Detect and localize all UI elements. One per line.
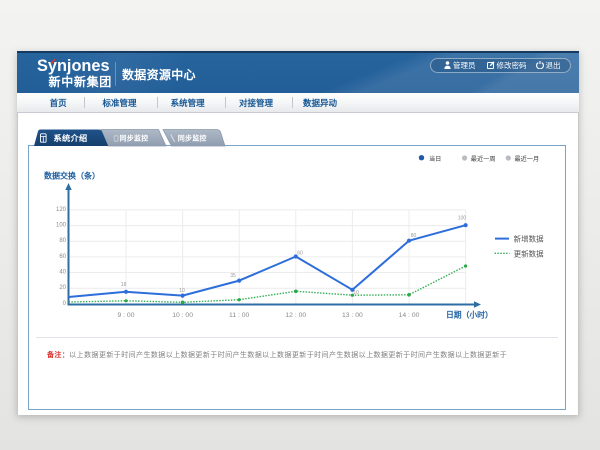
svg-text:新增数据: 新增数据 — [514, 234, 544, 244]
svg-text:更新数据: 更新数据 — [514, 248, 544, 258]
svg-text:最近一周: 最近一周 — [471, 155, 496, 163]
svg-text:11 : 00: 11 : 00 — [229, 312, 250, 319]
svg-text:10: 10 — [353, 290, 359, 296]
svg-text:同步监控: 同步监控 — [178, 134, 207, 143]
svg-text:数据交换（条）: 数据交换（条） — [44, 171, 100, 181]
svg-text:系统介绍: 系统介绍 — [54, 133, 88, 143]
svg-text:9 : 00: 9 : 00 — [117, 312, 134, 319]
svg-text:60: 60 — [297, 251, 303, 257]
svg-text:80: 80 — [59, 238, 66, 244]
svg-text:10: 10 — [179, 288, 185, 294]
svg-text:当日: 当日 — [429, 155, 441, 163]
svg-text:同步监控: 同步监控 — [120, 134, 149, 143]
svg-text:14 : 00: 14 : 00 — [399, 312, 420, 319]
svg-text:100: 100 — [458, 216, 467, 222]
svg-text:10 : 00: 10 : 00 — [172, 312, 193, 319]
svg-text:100: 100 — [56, 223, 67, 229]
svg-text:日期（小时）: 日期（小时） — [446, 310, 493, 320]
svg-text:80: 80 — [411, 233, 417, 239]
svg-text:18: 18 — [121, 282, 127, 288]
svg-text:120: 120 — [56, 207, 67, 213]
svg-text:40: 40 — [59, 270, 66, 276]
svg-text:35: 35 — [230, 273, 236, 279]
svg-text:20: 20 — [59, 285, 66, 291]
svg-text:备注：以上数据更新于时间产生数据以上数据更新于时间产生数据以: 备注：以上数据更新于时间产生数据以上数据更新于时间产生数据以上数据更新于时间产生… — [46, 350, 507, 359]
svg-text:最近一月: 最近一月 — [515, 155, 540, 163]
svg-text:13 : 00: 13 : 00 — [342, 312, 363, 319]
svg-text:60: 60 — [59, 254, 66, 260]
svg-text:12 : 00: 12 : 00 — [285, 312, 306, 319]
